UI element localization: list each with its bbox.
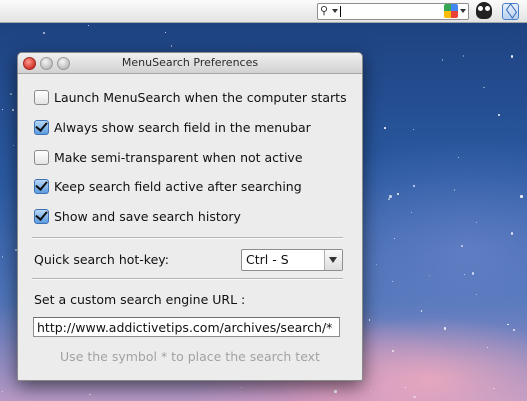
- star: [12, 145, 14, 147]
- star: [410, 212, 412, 214]
- star: [507, 323, 509, 325]
- star: [1, 109, 3, 111]
- checkbox[interactable]: [34, 178, 49, 194]
- custom-url-hint: Use the symbol * to place the search tex…: [60, 349, 320, 364]
- star: [443, 327, 447, 330]
- checkbox[interactable]: [34, 89, 49, 105]
- star: [1, 256, 4, 258]
- custom-url-label: Set a custom search engine URL :: [34, 292, 246, 307]
- star: [12, 109, 14, 111]
- option-save-history[interactable]: Show and save search history: [34, 207, 241, 225]
- star: [394, 237, 396, 239]
- search-engine-caret-icon[interactable]: [460, 9, 466, 13]
- text-cursor: [340, 6, 341, 17]
- option-keep-active[interactable]: Keep search field active after searching: [34, 177, 302, 195]
- star: [388, 198, 390, 200]
- star: [391, 349, 395, 353]
- checkbox[interactable]: [34, 119, 49, 135]
- dropbox-icon[interactable]: [502, 3, 519, 20]
- hotkey-value: Ctrl - S: [246, 252, 289, 267]
- star: [392, 281, 394, 283]
- star: [370, 391, 372, 393]
- divider: [32, 237, 343, 239]
- star: [486, 346, 488, 348]
- option-label: Launch MenuSearch when the computer star…: [54, 89, 347, 105]
- star: [376, 263, 378, 265]
- preferences-window: MenuSearch Preferences Launch MenuSearch…: [17, 52, 363, 381]
- star: [457, 157, 459, 159]
- star: [498, 114, 500, 116]
- star: [368, 319, 371, 321]
- star: [461, 245, 463, 247]
- star: [165, 32, 167, 34]
- custom-url-input[interactable]: http://www.addictivetips.com/archives/se…: [33, 317, 340, 337]
- option-show-in-menubar[interactable]: Always show search field in the menubar: [34, 118, 311, 136]
- star: [471, 272, 475, 275]
- option-label: Always show search field in the menubar: [54, 119, 311, 135]
- star: [397, 193, 399, 195]
- star: [240, 386, 242, 388]
- google-icon[interactable]: [444, 4, 458, 18]
- divider: [32, 278, 343, 280]
- star: [384, 127, 386, 129]
- option-label: Show and save search history: [54, 208, 241, 224]
- star: [404, 387, 406, 389]
- star: [9, 92, 13, 95]
- chevron-down-icon[interactable]: [324, 250, 342, 270]
- star: [462, 55, 465, 57]
- star: [475, 222, 477, 224]
- star: [510, 55, 514, 58]
- window-title: MenuSearch Preferences: [121, 56, 259, 69]
- star: [413, 395, 416, 399]
- star: [412, 128, 415, 131]
- star: [420, 310, 423, 312]
- magnifier-dropdown-icon[interactable]: ⚲: [320, 5, 328, 17]
- option-semi-transparent[interactable]: Make semi-transparent when not active: [34, 148, 303, 166]
- owl-icon[interactable]: [476, 2, 492, 19]
- window-titlebar[interactable]: MenuSearch Preferences: [18, 53, 362, 74]
- star: [441, 59, 443, 61]
- star: [493, 387, 495, 390]
- star: [510, 232, 514, 235]
- checkbox[interactable]: [34, 149, 49, 165]
- star: [412, 184, 416, 188]
- star: [513, 329, 515, 331]
- star: [520, 195, 523, 198]
- option-label: Make semi-transparent when not active: [54, 149, 303, 165]
- star: [389, 195, 392, 198]
- menubar: ⚲: [0, 0, 527, 23]
- option-launch-at-login[interactable]: Launch MenuSearch when the computer star…: [34, 88, 347, 106]
- star: [475, 294, 477, 296]
- star: [89, 393, 91, 396]
- star: [1, 390, 4, 393]
- star: [334, 390, 337, 393]
- checkbox[interactable]: [34, 208, 49, 224]
- star: [483, 86, 485, 89]
- hotkey-label: Quick search hot-key:: [34, 252, 169, 267]
- search-options-caret-icon[interactable]: [332, 9, 338, 13]
- star: [463, 273, 466, 276]
- hotkey-select[interactable]: Ctrl - S: [241, 249, 343, 271]
- star: [87, 25, 89, 27]
- star: [428, 274, 431, 277]
- star: [170, 45, 173, 47]
- star: [453, 189, 456, 191]
- option-label: Keep search field active after searching: [54, 178, 302, 194]
- star: [42, 31, 46, 35]
